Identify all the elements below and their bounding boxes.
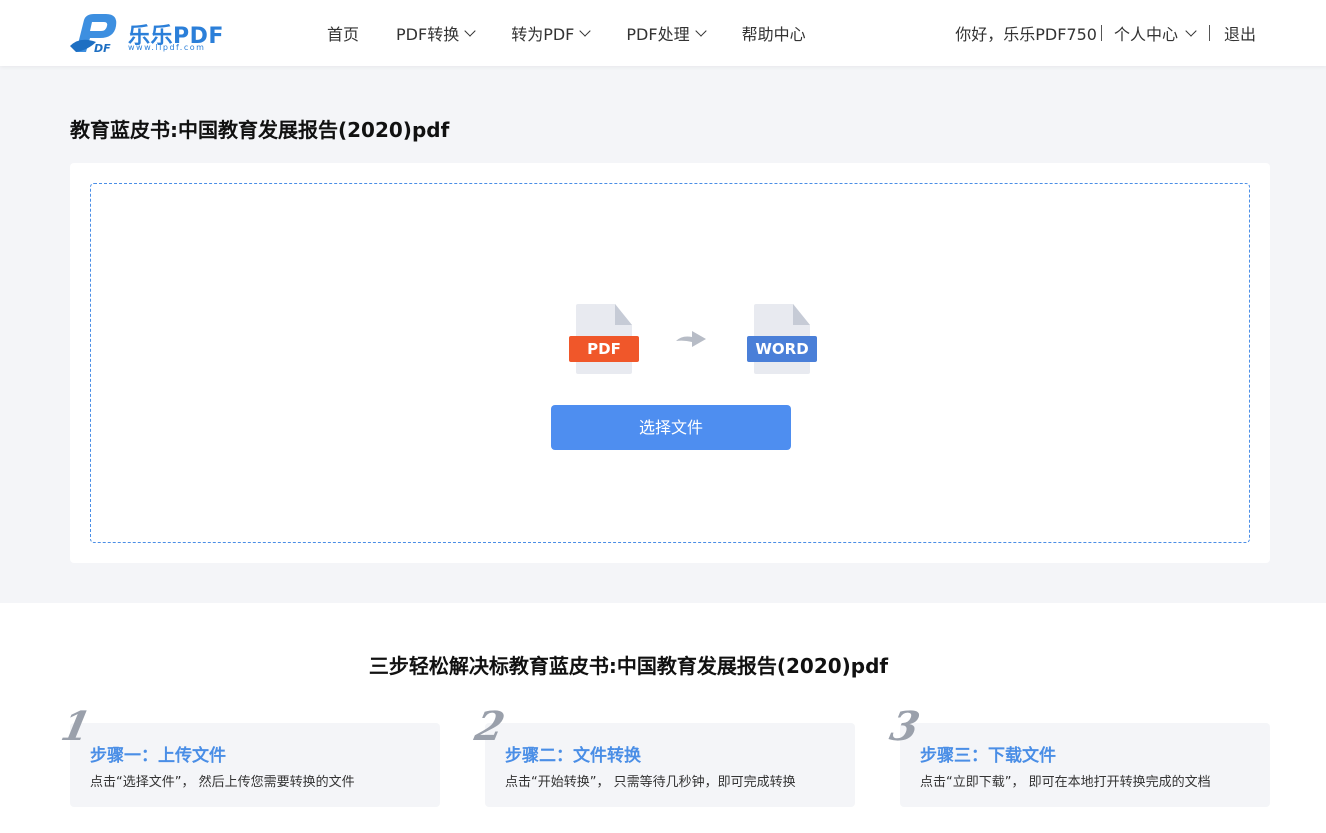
nav-home[interactable]: 首页: [327, 21, 359, 45]
step-card-download: 步骤三：下载文件 点击“立即下载”， 即可在本地打开转换完成的文档: [900, 723, 1270, 807]
logout-link[interactable]: 退出: [1224, 21, 1256, 45]
word-file-label: WORD: [747, 336, 817, 362]
word-file-icon: WORD: [747, 304, 817, 376]
chevron-down-icon: [579, 25, 592, 37]
pdf-file-label: PDF: [569, 336, 639, 362]
pdf-file-icon: PDF: [569, 304, 639, 376]
chevron-down-icon: [464, 25, 476, 37]
nav-help-label: 帮助中心: [741, 25, 806, 44]
nav-pdf-convert-label: PDF转换: [396, 25, 460, 44]
upload-dropzone[interactable]: PDF WORD 选择文件: [90, 183, 1250, 543]
divider: [1208, 25, 1210, 41]
site-logo[interactable]: DF 乐乐PDF www.llpdf.com: [70, 12, 230, 56]
step-card-upload: 步骤一：上传文件 点击“选择文件”， 然后上传您需要转换的文件: [70, 723, 440, 807]
main-nav: 首页 PDF转换 转为PDF PDF处理 帮助中心: [327, 0, 806, 66]
step-title: 步骤二：文件转换: [505, 746, 641, 766]
nav-to-pdf-label: 转为PDF: [511, 25, 575, 44]
step-title: 步骤三：下载文件: [920, 746, 1056, 766]
page-title: 教育蓝皮书:中国教育发展报告(2020)pdf: [70, 118, 450, 142]
user-greeting: 你好，乐乐PDF750: [955, 25, 1097, 44]
nav-pdf-process-label: PDF处理: [626, 25, 690, 44]
chevron-down-icon: [1185, 25, 1197, 37]
top-header: DF 乐乐PDF www.llpdf.com 首页 PDF转换 转为PDF PD…: [0, 0, 1326, 66]
svg-text:DF: DF: [94, 42, 111, 54]
select-file-button[interactable]: 选择文件: [551, 405, 791, 450]
step-card-convert: 步骤二：文件转换 点击“开始转换”， 只需等待几秒钟，即可完成转换: [485, 723, 855, 807]
nav-pdf-convert[interactable]: PDF转换: [396, 21, 476, 45]
nav-help[interactable]: 帮助中心: [742, 21, 806, 45]
upload-card: PDF WORD 选择文件: [70, 163, 1270, 563]
user-center-label: 个人中心: [1113, 25, 1178, 44]
logo-url: www.llpdf.com: [128, 43, 206, 52]
divider: [1100, 25, 1102, 41]
nav-home-label: 首页: [327, 25, 360, 44]
step-title: 步骤一：上传文件: [90, 746, 226, 766]
chevron-down-icon: [694, 25, 707, 37]
logo-icon: DF: [70, 14, 117, 54]
user-area: 你好，乐乐PDF750 个人中心 退出: [955, 0, 1256, 66]
nav-to-pdf[interactable]: 转为PDF: [511, 21, 592, 45]
step-desc: 点击“开始转换”， 只需等待几秒钟，即可完成转换: [505, 775, 796, 790]
step-desc: 点击“立即下载”， 即可在本地打开转换完成的文档: [920, 775, 1211, 790]
steps-title: 三步轻松解决标教育蓝皮书:中国教育发展报告(2020)pdf: [368, 654, 889, 678]
nav-pdf-process[interactable]: PDF处理: [626, 21, 707, 45]
user-center-menu[interactable]: 个人中心: [1113, 21, 1197, 45]
arrow-right-icon: [676, 331, 706, 347]
step-desc: 点击“选择文件”， 然后上传您需要转换的文件: [90, 775, 355, 790]
